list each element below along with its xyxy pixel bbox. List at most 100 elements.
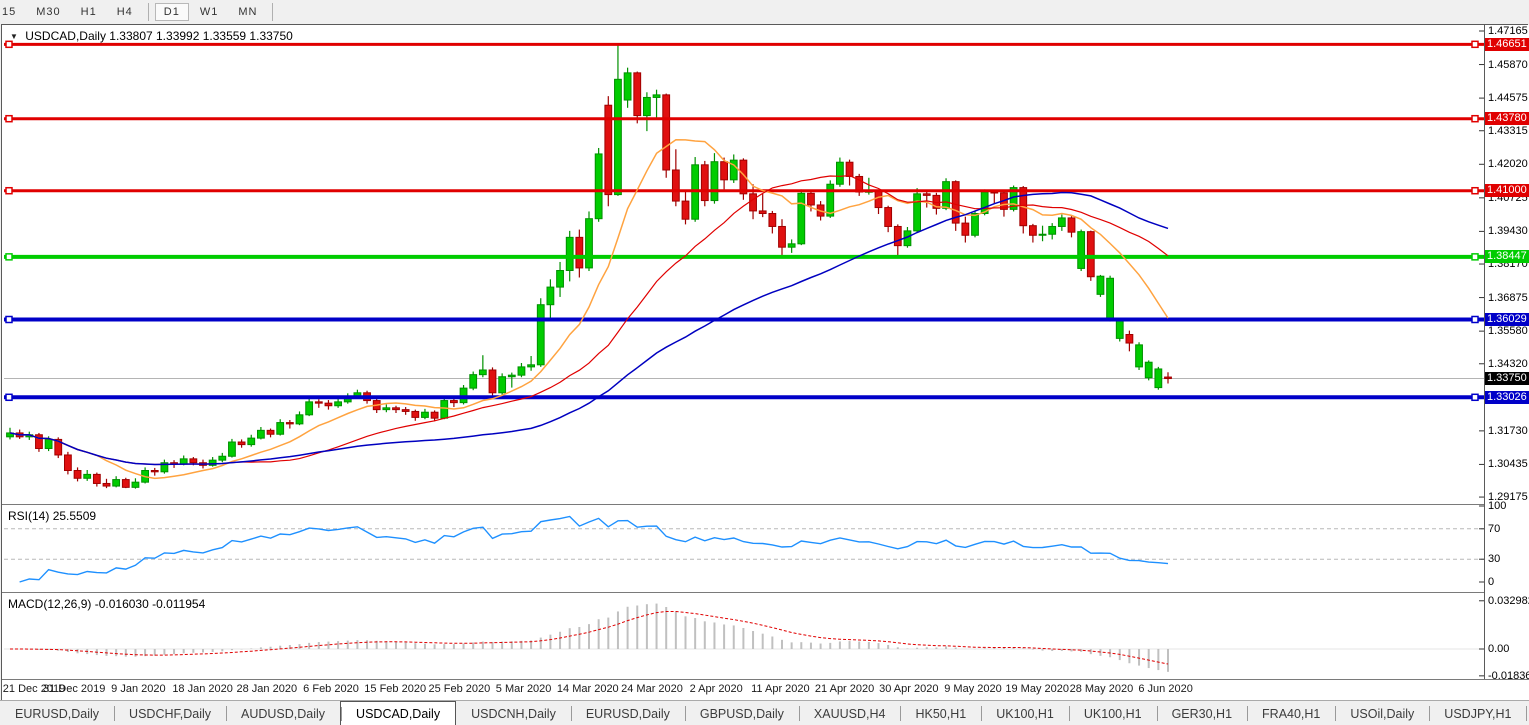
current-price-box: 1.33750	[1485, 372, 1529, 385]
price-tick-1.44575: 1.44575	[1488, 92, 1528, 104]
rsi-name: RSI(14)	[8, 509, 49, 523]
price-tick-1.42020: 1.42020	[1488, 158, 1528, 170]
chevron-down-icon[interactable]: ▼	[10, 32, 18, 41]
date-label: 24 Mar 2020	[621, 683, 683, 695]
tab-uk100-h1[interactable]: UK100,H1	[1069, 701, 1157, 725]
price-tick-1.45870: 1.45870	[1488, 59, 1528, 71]
tab-audusd-daily[interactable]: AUDUSD,Daily	[226, 701, 340, 725]
rsi-line	[20, 517, 1168, 583]
timeframe-button-h4[interactable]: H4	[108, 3, 142, 21]
tab-usdcnh-daily[interactable]: USDCNH,Daily	[456, 701, 571, 725]
rsi-tick-100: 100	[1488, 500, 1506, 512]
tab-usdjpy-h1[interactable]: USDJPY,H1	[1429, 701, 1526, 725]
rsi-tick-30: 30	[1488, 553, 1500, 565]
level-anchor[interactable]	[1472, 254, 1478, 260]
level-anchor[interactable]	[1472, 394, 1478, 400]
macd-name: MACD(12,26,9)	[8, 597, 91, 611]
rsi-value: 25.5509	[53, 509, 96, 523]
macd-values: -0.016030 -0.011954	[95, 597, 206, 611]
tab-eurusd-daily[interactable]: EURUSD,Daily	[0, 701, 114, 725]
level-anchor[interactable]	[1472, 188, 1478, 194]
tab-usoil-daily[interactable]: USOil,Daily	[1335, 701, 1429, 725]
rsi-tick-70: 70	[1488, 523, 1500, 535]
tab-xauusd-h4[interactable]: XAUUSD,H4	[799, 701, 901, 725]
timeframe-button-mn[interactable]: MN	[229, 3, 266, 21]
date-label: 9 May 2020	[944, 683, 1001, 695]
price-tick-1.43315: 1.43315	[1488, 125, 1528, 137]
price-tick-1.36875: 1.36875	[1488, 292, 1528, 304]
timeframe-button-15[interactable]: 15	[0, 3, 25, 21]
date-label: 2 Apr 2020	[690, 683, 743, 695]
tab-usdcad-daily[interactable]: USDCAD,Daily	[340, 701, 456, 725]
date-label: 21 Apr 2020	[815, 683, 874, 695]
rsi-indicator-plot[interactable]	[2, 505, 1484, 592]
date-label: 9 Jan 2020	[111, 683, 165, 695]
macd-tick-1: 0.00	[1488, 643, 1509, 655]
level-price-box-1.33026: 1.33026	[1485, 391, 1529, 404]
date-label: 5 Mar 2020	[496, 683, 552, 695]
tab-usdchf-daily[interactable]: USDCHF,Daily	[114, 701, 226, 725]
level-price-box-1.43780: 1.43780	[1485, 112, 1529, 125]
panel-splitter[interactable]	[2, 504, 1529, 505]
level-anchor[interactable]	[1472, 316, 1478, 322]
date-label: 15 Feb 2020	[364, 683, 426, 695]
toolbar-separator	[272, 3, 273, 21]
mt4-terminal: 15M30H1H4 D1W1MN 1.47165 1.45870 1.44575 1.4…	[0, 0, 1529, 725]
date-label: 25 Feb 2020	[429, 683, 491, 695]
date-label: 14 Mar 2020	[557, 683, 619, 695]
level-anchor[interactable]	[6, 394, 12, 400]
price-tick-1.39430: 1.39430	[1488, 225, 1528, 237]
date-label: 30 Apr 2020	[879, 683, 938, 695]
chart-ohlc-values: 1.33807 1.33992 1.33559 1.33750	[109, 29, 293, 43]
chart-symbol-period: USDCAD,Daily	[25, 29, 106, 43]
level-anchor[interactable]	[6, 188, 12, 194]
timeframe-toolbar: 15M30H1H4 D1W1MN	[0, 0, 1529, 23]
tab-hk50-h1[interactable]: HK50,H1	[900, 701, 981, 725]
toolbar-separator	[148, 3, 149, 21]
level-anchor[interactable]	[1472, 41, 1478, 47]
price-axis: 1.471651.458701.445751.433151.420201.407…	[1485, 25, 1529, 679]
date-label: 18 Jan 2020	[172, 683, 233, 695]
rsi-tick-0: 0	[1488, 576, 1494, 588]
level-anchor[interactable]	[6, 116, 12, 122]
panel-splitter[interactable]	[2, 592, 1529, 593]
macd-label: MACD(12,26,9) -0.016030 -0.011954	[8, 597, 205, 611]
level-price-box-1.38447: 1.38447	[1485, 250, 1529, 263]
date-label: 28 Jan 2020	[237, 683, 298, 695]
date-label: 6 Feb 2020	[303, 683, 359, 695]
chart-title: ▼ USDCAD,Daily 1.33807 1.33992 1.33559 1…	[10, 29, 293, 43]
price-chart-plot[interactable]	[2, 25, 1484, 504]
level-price-box-1.46651: 1.46651	[1485, 38, 1529, 51]
price-tick-1.35580: 1.35580	[1488, 325, 1528, 337]
tab-ger30-h1[interactable]: GER30,H1	[1157, 701, 1247, 725]
tab-gbpusd-daily[interactable]: GBPUSD,Daily	[685, 701, 799, 725]
date-axis: 21 Dec 201931 Dec 20199 Jan 202018 Jan 2…	[2, 680, 1529, 701]
price-tick-1.31730: 1.31730	[1488, 425, 1528, 437]
price-tick-1.30435: 1.30435	[1488, 458, 1528, 470]
date-label: 6 Jun 2020	[1138, 683, 1192, 695]
tab-uk100-h1[interactable]: UK100,H1	[981, 701, 1069, 725]
price-tick-1.47165: 1.47165	[1488, 25, 1528, 37]
tab-fra40-h1[interactable]: FRA40,H1	[1247, 701, 1335, 725]
timeframe-button-m30[interactable]: M30	[27, 3, 69, 21]
chart-tab-bar: EURUSD,DailyUSDCHF,DailyAUDUSD,DailyUSDC…	[0, 700, 1529, 725]
level-price-box-1.41000: 1.41000	[1485, 184, 1529, 197]
level-anchor[interactable]	[1472, 116, 1478, 122]
level-anchor[interactable]	[6, 316, 12, 322]
date-label: 31 Dec 2019	[43, 683, 105, 695]
timeframe-button-w1[interactable]: W1	[191, 3, 228, 21]
level-anchor[interactable]	[6, 254, 12, 260]
timeframe-button-h1[interactable]: H1	[72, 3, 106, 21]
chart-window[interactable]: 1.471651.458701.445751.433151.420201.407…	[1, 24, 1528, 700]
date-label: 11 Apr 2020	[751, 683, 810, 695]
macd-indicator-plot[interactable]	[2, 593, 1484, 679]
date-label: 28 May 2020	[1070, 683, 1134, 695]
tab-eurusd-daily[interactable]: EURUSD,Daily	[571, 701, 685, 725]
price-tick-1.34320: 1.34320	[1488, 358, 1528, 370]
date-label: 19 May 2020	[1005, 683, 1069, 695]
level-price-box-1.36029: 1.36029	[1485, 313, 1529, 326]
rsi-label: RSI(14) 25.5509	[8, 509, 96, 523]
candlesticks	[7, 44, 1172, 489]
timeframe-button-d1[interactable]: D1	[155, 3, 189, 21]
macd-tick-0: 0.032982	[1488, 595, 1529, 607]
